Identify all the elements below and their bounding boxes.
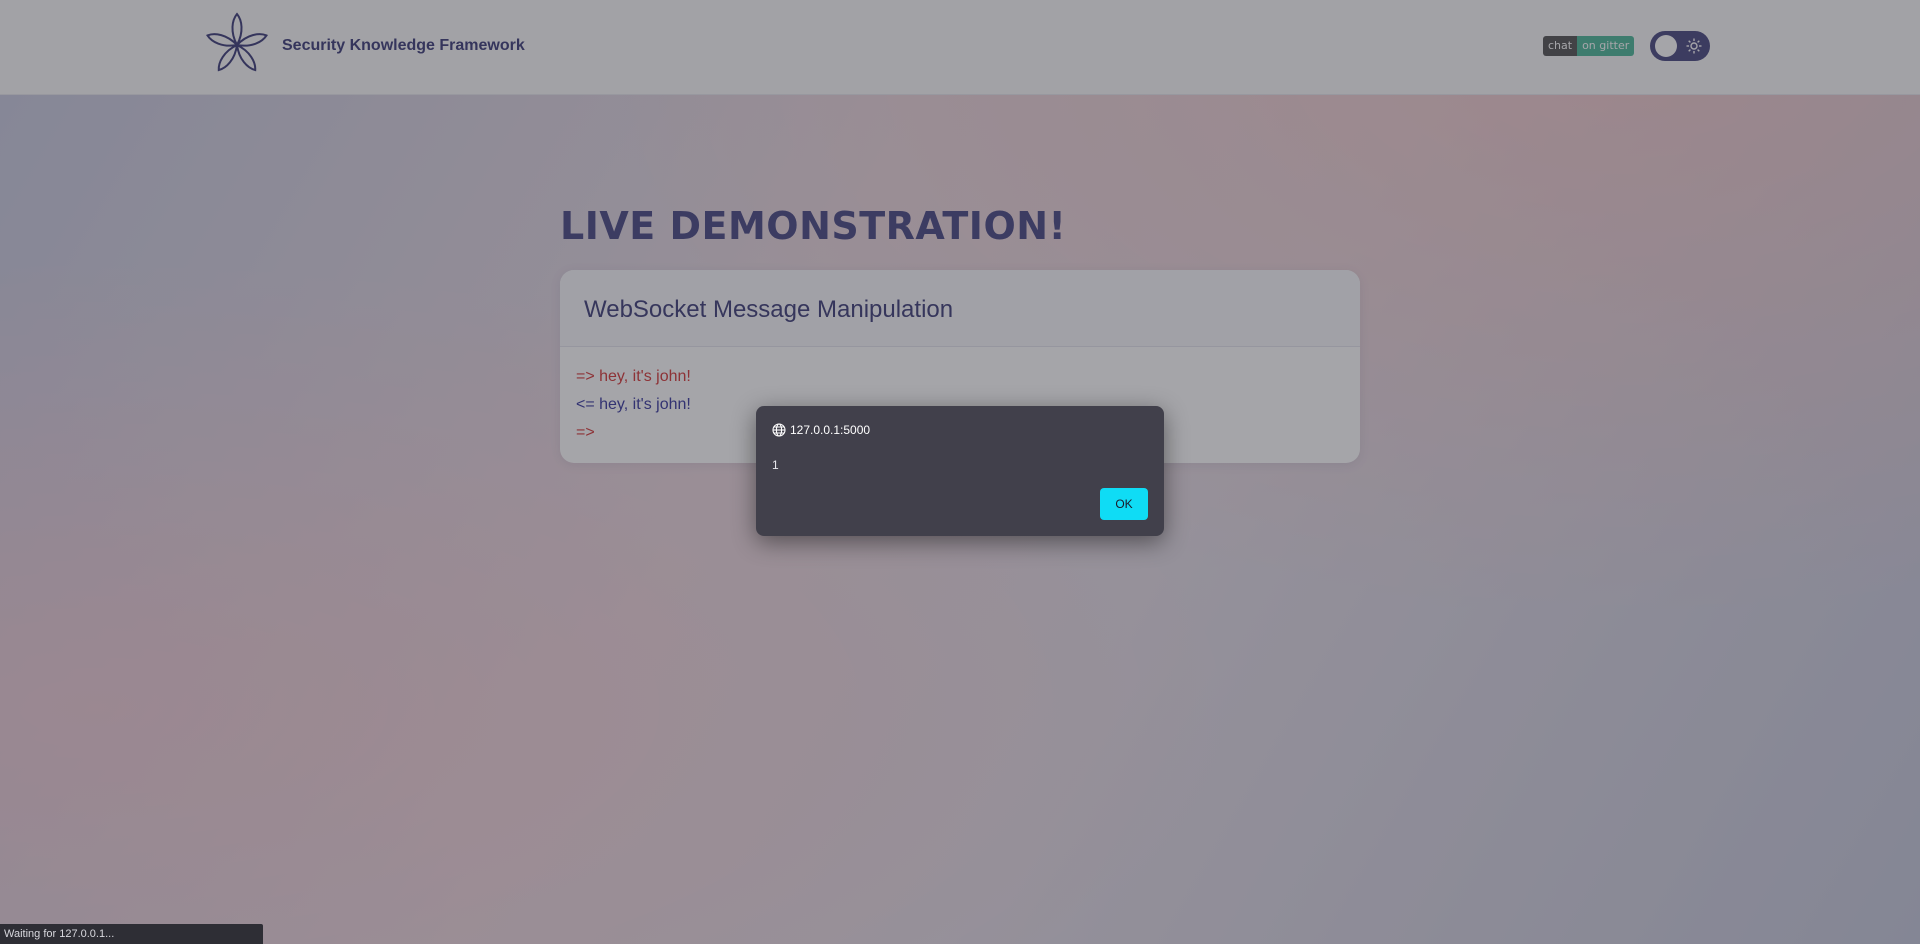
alert-dialog: 127.0.0.1:5000 1 OK xyxy=(756,406,1164,536)
browser-status-bar: Waiting for 127.0.0.1... xyxy=(0,924,263,944)
dialog-origin-text: 127.0.0.1:5000 xyxy=(790,423,871,437)
dialog-message: 1 xyxy=(772,458,779,472)
ok-button[interactable]: OK xyxy=(1100,488,1148,520)
dialog-origin: 127.0.0.1:5000 xyxy=(772,423,870,437)
globe-icon xyxy=(772,423,786,437)
